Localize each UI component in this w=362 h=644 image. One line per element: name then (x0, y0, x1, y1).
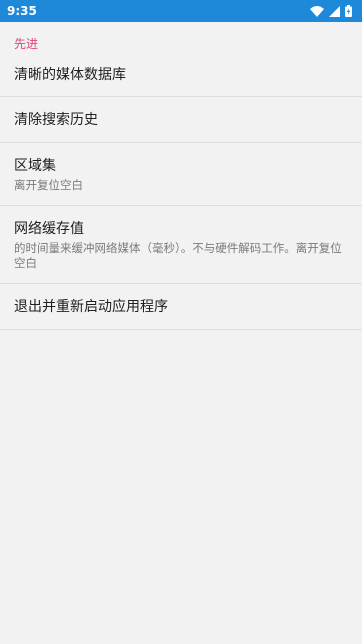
clear-media-database-item[interactable]: 清晰的媒体数据库 (0, 53, 362, 97)
region-set-item[interactable]: 区域集 离开复位空白 (0, 143, 362, 206)
network-cache-value-item[interactable]: 网络缓存值 的时间量来缓冲网络媒体（毫秒）。不与硬件解码工作。离开复位空白 (0, 206, 362, 284)
item-title: 退出并重新启动应用程序 (14, 298, 168, 315)
status-time: 9:35 (7, 4, 37, 18)
battery-charging-icon (345, 5, 352, 17)
status-bar: 9:35 (0, 0, 362, 22)
clear-search-history-item[interactable]: 清除搜索历史 (0, 97, 362, 143)
exit-and-restart-item[interactable]: 退出并重新启动应用程序 (0, 284, 362, 330)
item-title: 清除搜索历史 (14, 111, 98, 128)
status-icons (310, 5, 352, 17)
item-summary: 的时间量来缓冲网络媒体（毫秒）。不与硬件解码工作。离开复位空白 (14, 240, 342, 270)
wifi-icon (310, 5, 324, 17)
item-title: 区域集 (14, 157, 56, 174)
signal-icon (329, 5, 340, 17)
item-title: 网络缓存值 (14, 220, 84, 237)
item-summary: 离开复位空白 (14, 177, 83, 192)
section-header-advanced: 先进 (14, 37, 39, 51)
item-title: 清晰的媒体数据库 (14, 66, 126, 83)
settings-list: 先进 清晰的媒体数据库 清除搜索历史 区域集 离开复位空白 网络缓存值 的时间量… (0, 22, 362, 330)
